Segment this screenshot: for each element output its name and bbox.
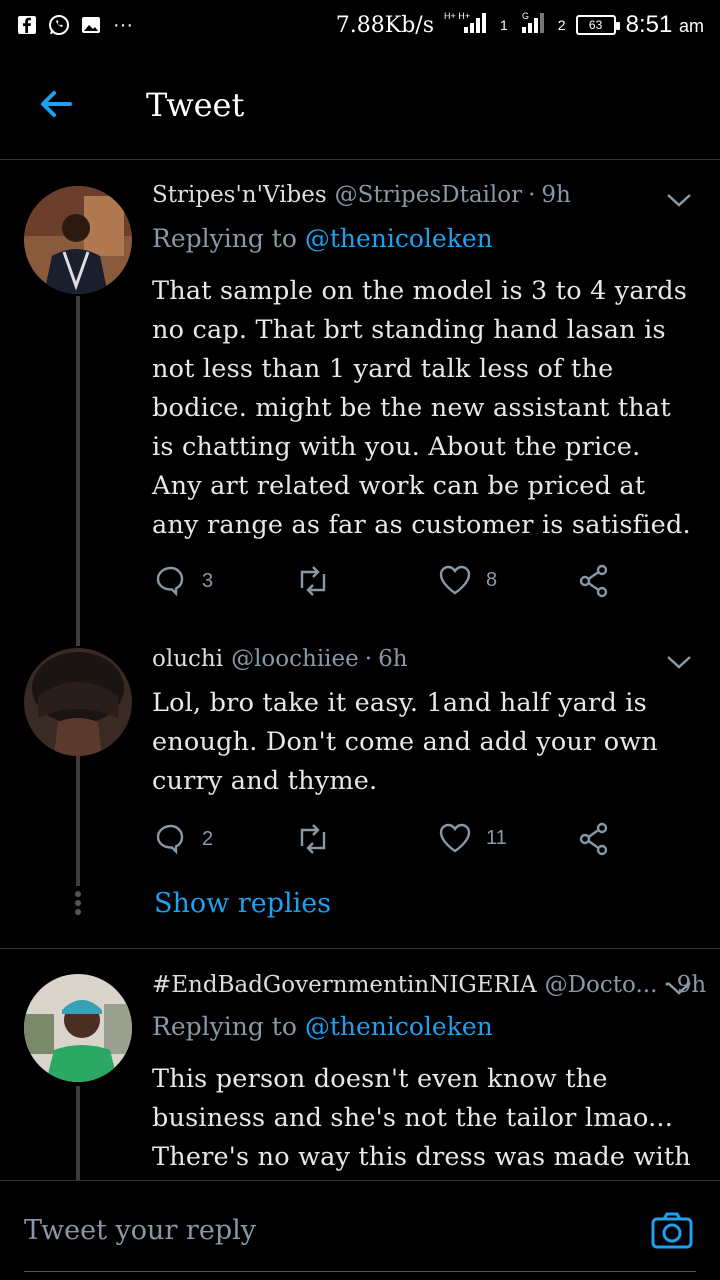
page-title: Tweet xyxy=(146,86,245,124)
chevron-down-icon[interactable] xyxy=(666,980,692,996)
retweet-button[interactable] xyxy=(294,822,346,856)
thread-line xyxy=(76,1086,80,1180)
chevron-down-icon[interactable] xyxy=(666,654,692,670)
tweet-text: This person doesn't even know the busine… xyxy=(152,1064,691,1172)
share-icon xyxy=(579,822,608,856)
tweet-actions: 3 8 xyxy=(152,564,622,604)
replying-to-line: Replying to @thenicoleken xyxy=(152,1012,493,1041)
reply-button[interactable]: 2 xyxy=(154,822,213,856)
timestamp: 6h xyxy=(378,646,408,672)
reply-composer: Tweet your reply xyxy=(0,1180,720,1280)
signal-sim2-icon: G xyxy=(518,9,548,41)
timestamp: 9h xyxy=(541,182,571,208)
display-name[interactable]: Stripes'n'Vibes xyxy=(152,182,327,208)
retweet-button[interactable] xyxy=(294,564,346,598)
retweet-icon xyxy=(300,824,326,854)
show-replies-link[interactable]: Show replies xyxy=(154,888,331,919)
chevron-down-icon[interactable] xyxy=(666,192,692,208)
avatar[interactable] xyxy=(24,186,132,294)
avatar[interactable] xyxy=(24,648,132,756)
reply-input[interactable]: Tweet your reply xyxy=(24,1215,256,1246)
battery-icon: 63 xyxy=(575,15,620,35)
more-thread-dots-icon xyxy=(74,890,82,916)
display-name[interactable]: oluchi xyxy=(152,646,223,672)
camera-icon[interactable] xyxy=(650,1211,694,1251)
sim2-label: 2 xyxy=(557,17,566,33)
reply-count: 3 xyxy=(202,569,214,592)
share-icon xyxy=(579,564,608,598)
tweet-actions: 2 11 xyxy=(152,822,622,862)
more-notifications-icon: ··· xyxy=(113,13,133,36)
gallery-icon xyxy=(80,14,102,36)
tweet-text: Lol, bro take it easy. 1and half yard is… xyxy=(152,688,658,796)
mention-link[interactable]: @thenicoleken xyxy=(305,1012,493,1041)
facebook-icon xyxy=(16,14,38,36)
reply-button[interactable]: 3 xyxy=(154,564,213,598)
reply-icon xyxy=(156,566,184,597)
network-speed: 7.88Kb/s xyxy=(335,12,434,38)
status-bar: ··· 7.88Kb/s H+ H+ 1 G 2 63 8:51 am xyxy=(0,0,720,50)
thread-line xyxy=(76,756,80,886)
avatar[interactable] xyxy=(24,974,132,1082)
signal-sim1-icon: H+ H+ xyxy=(444,9,490,41)
display-name[interactable]: #EndBadGovernmentinNIGERIA xyxy=(152,972,537,998)
share-button[interactable] xyxy=(578,564,610,598)
like-button[interactable]: 11 xyxy=(438,822,507,854)
tweet-item[interactable]: oluchi @loochiiee · 6h Lol, bro take it … xyxy=(0,620,720,950)
handle[interactable]: @Docto... xyxy=(545,972,658,998)
handle[interactable]: @StripesDtailor xyxy=(335,182,522,208)
reply-count: 2 xyxy=(202,827,214,850)
tweet-item[interactable]: #EndBadGovernmentinNIGERIA @Docto... · 9… xyxy=(0,950,720,1180)
top-app-bar: Tweet xyxy=(0,60,720,160)
separator-dot: · xyxy=(364,646,373,672)
tweet-text: That sample on the model is 3 to 4 yards… xyxy=(152,276,691,540)
tweet-item[interactable]: Stripes'n'Vibes @StripesDtailor · 9h Rep… xyxy=(0,160,720,646)
share-button[interactable] xyxy=(578,822,610,856)
handle[interactable]: @loochiiee xyxy=(231,646,359,672)
thread-line xyxy=(76,296,80,646)
like-count: 8 xyxy=(486,568,498,591)
retweet-icon xyxy=(300,566,326,596)
separator-dot: · xyxy=(528,182,536,208)
heart-icon xyxy=(439,823,471,853)
replying-to-line: Replying to @thenicoleken xyxy=(152,224,493,253)
like-count: 11 xyxy=(486,826,507,849)
sim1-label: 1 xyxy=(500,17,508,33)
back-arrow-icon[interactable] xyxy=(36,84,76,124)
reply-icon xyxy=(156,824,184,855)
divider xyxy=(0,948,720,949)
input-underline xyxy=(24,1271,696,1272)
like-button[interactable]: 8 xyxy=(438,564,497,596)
heart-icon xyxy=(439,565,471,595)
mention-link[interactable]: @thenicoleken xyxy=(305,224,493,253)
svg-text:G: G xyxy=(522,11,529,21)
svg-text:H+ H+: H+ H+ xyxy=(444,11,470,21)
clock: 8:51 am xyxy=(625,11,704,38)
whatsapp-icon xyxy=(48,14,70,36)
